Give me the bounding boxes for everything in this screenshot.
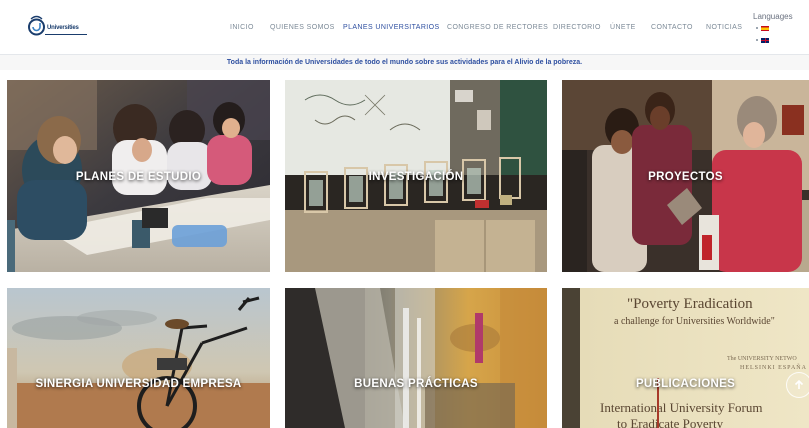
languages-title: Languages	[753, 12, 793, 21]
tile-planes-de-estudio[interactable]: PLANES DE ESTUDIO	[7, 80, 270, 272]
tile-label: BUENAS PRÁCTICAS	[354, 378, 478, 390]
spain-flag-icon	[761, 25, 769, 31]
tile-label: PLANES DE ESTUDIO	[75, 171, 202, 183]
tile-label: INVESTIGACIÓN	[368, 171, 464, 183]
poster-line-4: HELSINKI ESPAÑA	[740, 365, 807, 371]
bicycle-photo	[7, 288, 270, 428]
scroll-to-top-button[interactable]	[786, 372, 809, 398]
language-english[interactable]	[753, 35, 809, 45]
tagline: Toda la información de Universidades de …	[0, 55, 809, 70]
tile-publicaciones[interactable]: "Poverty Eradication a challenge for Uni…	[562, 288, 809, 428]
nav-inicio[interactable]: INICIO	[230, 24, 254, 31]
uk-flag-icon	[761, 37, 769, 43]
tile-proyectos[interactable]: PROYECTOS	[562, 80, 809, 272]
nav-congreso-de-rectores[interactable]: CONGRESO DE RECTORES	[447, 24, 548, 31]
nav-noticias[interactable]: NOTICIAS	[706, 24, 742, 31]
nav-unete[interactable]: ÚNETE	[610, 24, 636, 31]
arrow-up-icon	[794, 380, 804, 389]
poster-line-2: a challenge for Universities Worldwide"	[614, 316, 775, 327]
nav-directorio[interactable]: DIRECTORIO	[553, 24, 601, 31]
water-photo	[285, 288, 547, 428]
poster-line-3: The UNIVERSITY NETWO	[727, 356, 797, 362]
bullet	[756, 27, 758, 29]
poster-line-5: International University Forum	[600, 400, 763, 415]
site-header: Universities INICIO QUIENES SOMOS PLANES…	[0, 0, 809, 55]
tile-label: PUBLICACIONES	[635, 378, 736, 390]
nav-quienes-somos[interactable]: QUIENES SOMOS	[270, 24, 335, 31]
bullet	[756, 39, 758, 41]
nav-contacto[interactable]: CONTACTO	[651, 24, 693, 31]
tile-label: PROYECTOS	[648, 171, 723, 183]
main-nav: INICIO QUIENES SOMOS PLANES UNIVERSITARI…	[0, 24, 809, 36]
language-spanish[interactable]	[753, 23, 809, 33]
tile-sinergia-universidad-empresa[interactable]: SINERGIA UNIVERSIDAD EMPRESA	[7, 288, 270, 428]
tile-label: SINERGIA UNIVERSIDAD EMPRESA	[35, 378, 242, 390]
poster-line-1: "Poverty Eradication	[627, 296, 753, 312]
tile-investigacion[interactable]: INVESTIGACIÓN	[285, 80, 547, 272]
tile-buenas-practicas[interactable]: BUENAS PRÁCTICAS	[285, 288, 547, 428]
poster-line-6: to Eradicate Poverty	[617, 416, 724, 428]
nav-planes-universitarios[interactable]: PLANES UNIVERSITARIOS	[343, 24, 440, 31]
language-selector: Languages	[753, 12, 809, 45]
